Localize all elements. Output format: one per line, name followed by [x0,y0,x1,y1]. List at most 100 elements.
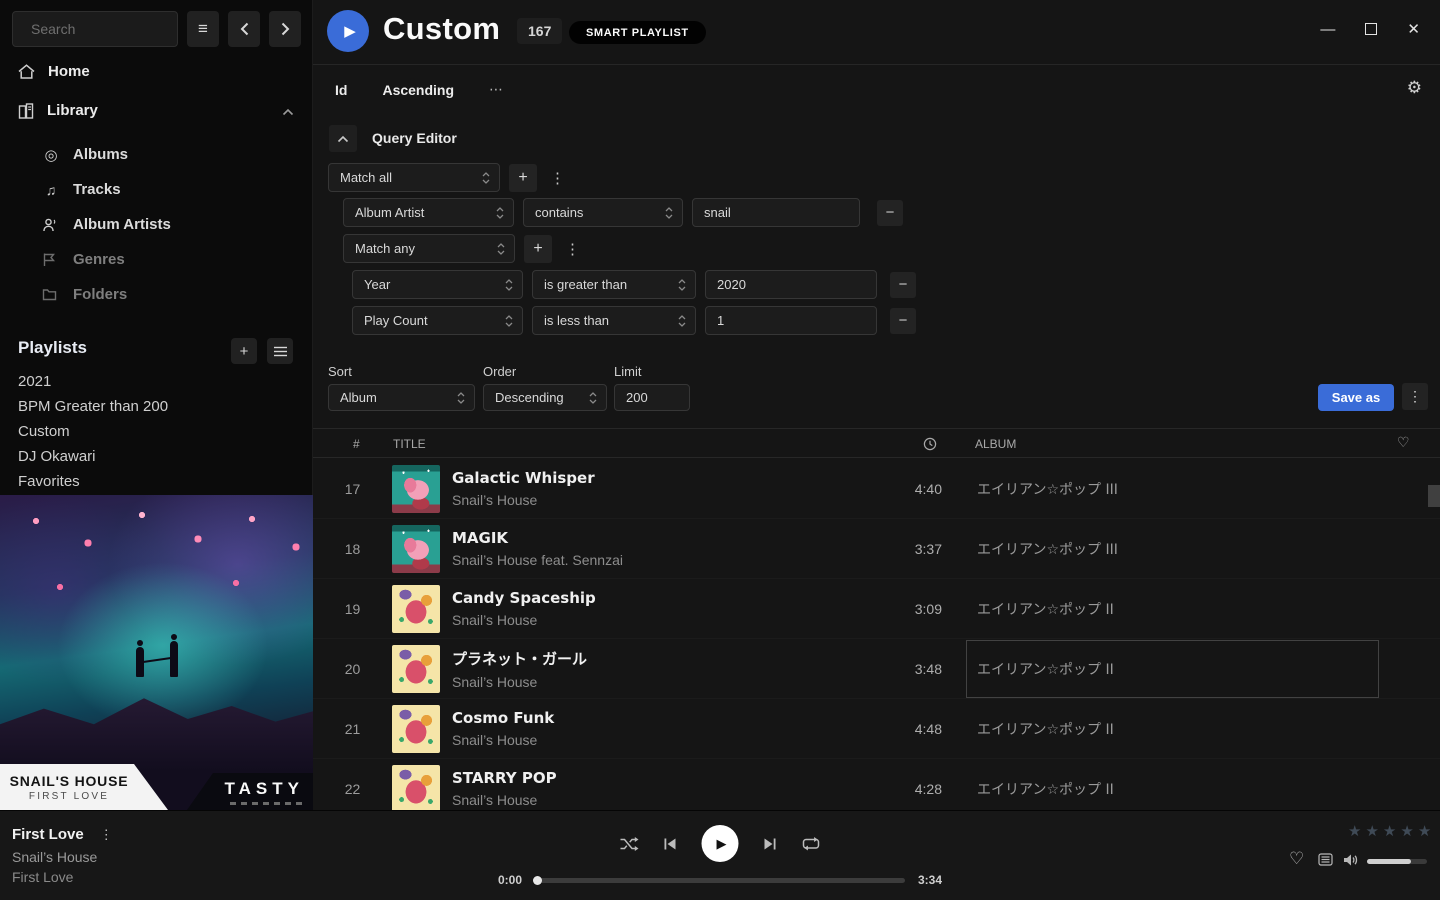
gear-icon[interactable]: ⚙ [1407,78,1422,98]
shuffle-button[interactable] [620,836,639,852]
track-title[interactable]: Cosmo Funk [452,709,882,727]
track-album[interactable]: エイリアン☆ポップ II [966,640,1379,698]
window-maximize-button[interactable] [1365,20,1377,38]
sidebar-item-folders[interactable]: Folders [0,277,312,312]
match-type-select[interactable]: Match all [328,163,500,192]
sidebar-item-home[interactable]: Home [18,63,90,80]
table-row[interactable]: 19 Candy Spaceship Snail’s House 3:09 エイ… [313,579,1440,639]
star-icon[interactable]: ★ [1418,823,1435,840]
table-row[interactable]: 20 プラネット・ガール Snail’s House 3:48 エイリアン☆ポッ… [313,639,1440,699]
star-icon[interactable]: ★ [1348,823,1365,840]
limit-input[interactable] [614,384,690,411]
now-playing-artwork[interactable]: SNAIL'S HOUSE FIRST LOVE TASTY [0,495,313,810]
rule-operator-select[interactable]: is greater than [532,270,696,299]
save-as-button[interactable]: Save as [1318,384,1394,411]
duration-clock-icon[interactable] [923,437,937,451]
rule-value-input[interactable] [705,306,877,335]
window-minimize-button[interactable]: — [1320,20,1335,38]
volume-slider[interactable] [1367,859,1427,864]
rule-value-input[interactable] [705,270,877,299]
search-box[interactable] [12,11,178,47]
rule-field-select[interactable]: Play Count [352,306,523,335]
sidebar-item-album-artists[interactable]: Album Artists [0,207,312,242]
column-title[interactable]: TITLE [393,437,426,451]
seek-handle[interactable] [533,876,542,885]
table-row[interactable]: 22 STARRY POP Snail’s House 4:28 エイリアン☆ポ… [313,759,1440,810]
remove-rule-button[interactable]: − [877,200,903,226]
seek-bar[interactable] [535,878,905,883]
group-kebab-button[interactable]: ⋮ [561,240,584,258]
favorite-column-heart-icon[interactable]: ♡ [1397,434,1410,451]
window-close-button[interactable]: ✕ [1407,20,1420,38]
rule-value-input[interactable] [692,198,860,227]
group-kebab-button[interactable]: ⋮ [546,169,569,187]
rule-field-select[interactable]: Year [352,270,523,299]
track-album[interactable]: エイリアン☆ポップ II [966,580,1379,638]
rule-field-select[interactable]: Album Artist [343,198,514,227]
repeat-button[interactable] [802,836,821,851]
now-playing-artist[interactable]: Snail’s House [12,849,97,865]
track-title[interactable]: MAGIK [452,529,882,547]
star-icon[interactable]: ★ [1383,823,1400,840]
search-input[interactable] [31,21,212,37]
rule-operator-select[interactable]: is less than [532,306,696,335]
track-artist[interactable]: Snail’s House [452,674,882,690]
rule-operator-select[interactable]: contains [523,198,683,227]
add-playlist-button[interactable]: + [231,338,257,364]
favorite-heart-icon[interactable]: ♡ [1289,849,1304,869]
next-track-button[interactable] [763,837,778,851]
track-title[interactable]: プラネット・ガール [452,648,882,669]
track-title[interactable]: Galactic Whisper [452,469,882,487]
sidebar-item-albums[interactable]: ◎ Albums [0,137,312,172]
rating-stars[interactable]: ★★★★★ [1348,822,1435,840]
track-artist[interactable]: Snail’s House [452,792,882,808]
track-title[interactable]: STARRY POP [452,769,882,787]
sidebar-menu-button[interactable]: ≡ [187,11,219,47]
add-rule-button[interactable]: + [509,164,537,192]
track-album[interactable]: エイリアン☆ポップ II [966,760,1379,811]
track-artist[interactable]: Snail’s House [452,612,882,628]
track-album[interactable]: エイリアン☆ポップ II [966,700,1379,758]
sort-select[interactable]: Album [328,384,475,411]
collapse-chevron-icon[interactable] [282,108,294,116]
query-editor-collapse-button[interactable] [329,125,357,152]
remove-rule-button[interactable]: − [890,308,916,334]
playlist-item[interactable]: Favorites [18,469,168,494]
play-pause-button[interactable]: ▶ [702,825,739,862]
now-playing-album[interactable]: First Love [12,869,73,885]
order-select[interactable]: Descending [483,384,607,411]
now-playing-kebab-button[interactable]: ⋮ [96,827,117,843]
column-index[interactable]: # [353,437,360,451]
nav-forward-button[interactable] [269,11,301,47]
track-artist[interactable]: Snail’s House [452,732,882,748]
scrollbar-thumb[interactable] [1428,485,1440,507]
playlist-list-button[interactable] [267,338,293,364]
playlist-item[interactable]: Custom [18,419,168,444]
table-row[interactable]: 17 Galactic Whisper Snail’s House 4:40 エ… [313,459,1440,519]
sidebar-item-genres[interactable]: Genres [0,242,312,277]
playlist-item[interactable]: 2021 [18,369,168,394]
table-row[interactable]: 18 MAGIK Snail’s House feat. Sennzai 3:3… [313,519,1440,579]
volume-speaker-icon[interactable] [1343,853,1359,867]
queue-button[interactable] [1318,853,1333,866]
track-album[interactable]: エイリアン☆ポップ III [966,520,1379,578]
column-album[interactable]: ALBUM [975,437,1016,451]
track-title[interactable]: Candy Spaceship [452,589,882,607]
playlist-item[interactable]: DJ Okawari [18,444,168,469]
sidebar-item-library[interactable]: Library [18,102,98,119]
star-icon[interactable]: ★ [1400,823,1417,840]
save-options-kebab-button[interactable]: ⋮ [1402,383,1428,410]
track-album[interactable]: エイリアン☆ポップ III [966,460,1379,518]
table-row[interactable]: 21 Cosmo Funk Snail’s House 4:48 エイリアン☆ポ… [313,699,1440,759]
nav-back-button[interactable] [228,11,260,47]
previous-track-button[interactable] [663,837,678,851]
star-icon[interactable]: ★ [1365,823,1382,840]
sort-direction-button[interactable]: Ascending [382,82,454,98]
track-artist[interactable]: Snail’s House [452,492,882,508]
now-playing-title[interactable]: First Love [12,826,84,843]
play-playlist-button[interactable]: ▶ [327,10,369,52]
track-artist[interactable]: Snail’s House feat. Sennzai [452,552,882,568]
sidebar-item-tracks[interactable]: ♫ Tracks [0,172,312,207]
playlist-item[interactable]: BPM Greater than 200 [18,394,168,419]
remove-rule-button[interactable]: − [890,272,916,298]
